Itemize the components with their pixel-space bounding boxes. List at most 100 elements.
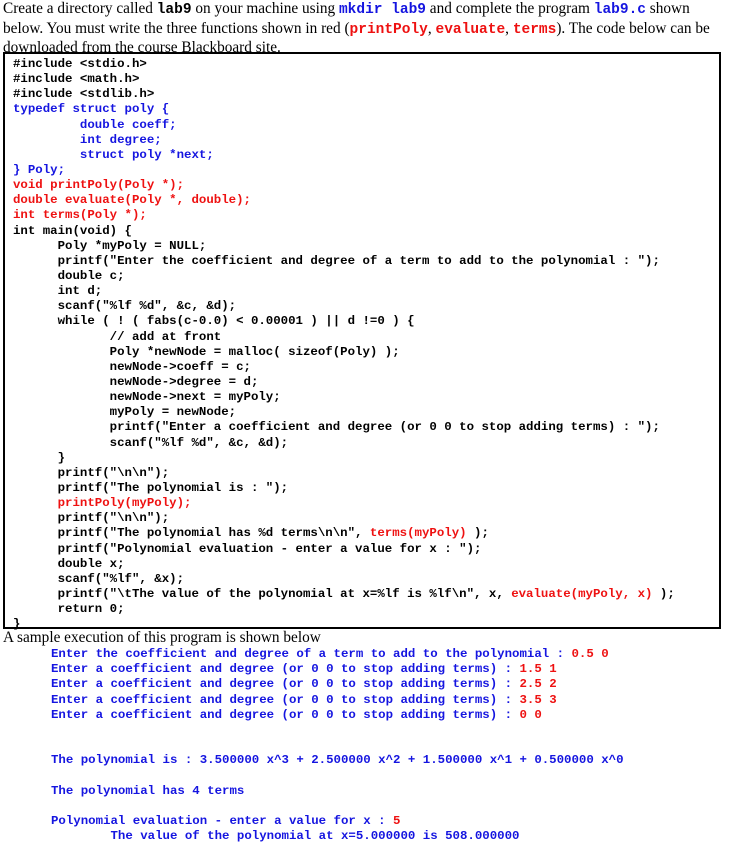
code-line: } xyxy=(13,451,675,466)
separator: , xyxy=(427,19,436,37)
code-line: printf("\tThe value of the polynomial at… xyxy=(13,587,675,602)
code-listing-box: #include <stdio.h> #include <math.h> #incl… xyxy=(3,52,721,632)
code-line: int d; xyxy=(13,284,675,299)
code-line: scanf("%lf %d", &c, &d); xyxy=(13,299,675,314)
function-name-evaluate: evaluate xyxy=(435,21,506,38)
code-line: printf("Enter the coefficient and degree… xyxy=(13,254,675,269)
output-prompt: Enter the coefficient and degree of a te… xyxy=(51,647,572,661)
directory-name: lab9 xyxy=(156,2,192,18)
output-line: Enter a coefficient and degree (or 0 0 t… xyxy=(51,708,624,723)
separator: , xyxy=(505,19,513,37)
instructions-paragraph: Create a directory called lab9 on your m… xyxy=(3,0,731,58)
output-prompt: Polynomial evaluation - enter a value fo… xyxy=(51,814,394,829)
code-segment: #include <stdio.h> xyxy=(13,57,147,71)
code-line: newNode->degree = d; xyxy=(13,375,675,390)
output-prompt: Enter a coefficient and degree (or 0 0 t… xyxy=(51,662,520,677)
intro-text: and complete the program xyxy=(425,0,594,17)
output-line: The polynomial is : 3.500000 x^3 + 2.500… xyxy=(51,753,624,768)
mkdir-command: mkdir lab9 xyxy=(338,2,426,18)
code-line: typedef struct poly { xyxy=(13,102,675,117)
code-segment: } Poly; xyxy=(13,162,66,177)
code-line: } Poly; xyxy=(13,163,675,178)
output-line: Enter the coefficient and degree of a te… xyxy=(51,647,624,662)
output-prompt: Enter a coefficient and degree (or 0 0 t… xyxy=(51,692,520,707)
code-segment: typedef struct poly { xyxy=(13,102,170,117)
user-input: 0 0 xyxy=(519,707,542,722)
code-segment: scanf("%lf %d", &c, &d); xyxy=(13,435,289,450)
code-segment: myPoly = newNode; xyxy=(13,405,237,420)
code-line: #include <math.h> xyxy=(13,72,675,87)
code-segment: int degree; xyxy=(13,132,162,147)
code-segment-required-function: void printPoly(Poly *); xyxy=(13,178,185,193)
user-input: 5 xyxy=(393,814,401,829)
code-line: struct poly *next; xyxy=(13,148,675,163)
code-segment: return 0; xyxy=(13,602,125,617)
code-segment: newNode->coeff = c; xyxy=(13,359,251,374)
code-segment: #include <stdlib.h> xyxy=(13,87,155,102)
output-line: Polynomial evaluation - enter a value fo… xyxy=(51,814,624,829)
code-line: printf("The polynomial is : "); xyxy=(13,481,675,496)
code-segment: } xyxy=(13,450,66,465)
code-segment: ); xyxy=(652,586,675,601)
code-line: Poly *newNode = malloc( sizeof(Poly) ); xyxy=(13,345,675,360)
function-name-terms: terms xyxy=(512,21,557,38)
code-line: printPoly(myPoly); xyxy=(13,496,675,511)
code-segment: struct poly *next; xyxy=(13,147,214,162)
code-line: int main(void) { xyxy=(13,224,675,239)
code-line: printf("\n\n"); xyxy=(13,466,675,481)
output-prompt: Enter a coefficient and degree (or 0 0 t… xyxy=(51,707,520,722)
code-segment: printf("\n\n"); xyxy=(13,511,170,526)
code-line: printf("The polynomial has %d terms\n\n"… xyxy=(13,526,675,541)
code-line: newNode->next = myPoly; xyxy=(13,390,675,405)
code-segment-required-function: terms(myPoly) xyxy=(369,526,467,541)
code-line: double x; xyxy=(13,557,675,572)
code-line: scanf("%lf", &x); xyxy=(13,572,675,587)
code-line: #include <stdio.h> xyxy=(13,57,675,72)
code-line: void printPoly(Poly *); xyxy=(13,178,675,193)
user-input: 1.5 1 xyxy=(519,662,557,677)
code-segment: double x; xyxy=(13,556,125,571)
code-line: // add at front xyxy=(13,330,675,345)
code-segment: double c; xyxy=(13,268,125,283)
code-segment: printf("\n\n"); xyxy=(13,465,170,480)
code-segment: while ( ! ( fabs(c-0.0) < 0.00001 ) || d… xyxy=(13,314,415,329)
function-name-printpoly: printPoly xyxy=(349,21,428,38)
code-segment-required-function: int terms(Poly *); xyxy=(13,208,147,223)
intro-text: Create a directory called xyxy=(3,0,157,17)
code-segment: printf("\tThe value of the polynomial at… xyxy=(13,586,512,601)
code-segment-required-function: evaluate(myPoly, x) xyxy=(511,586,653,601)
code-line: Poly *myPoly = NULL; xyxy=(13,239,675,254)
code-line: #include <stdlib.h> xyxy=(13,87,675,102)
output-line: Enter a coefficient and degree (or 0 0 t… xyxy=(51,693,624,708)
user-input: 0.5 0 xyxy=(571,647,609,661)
code-segment: ); xyxy=(466,526,489,541)
code-line: newNode->coeff = c; xyxy=(13,360,675,375)
output-prompt: The value of the polynomial at x=5.00000… xyxy=(51,829,520,844)
output-line: The polynomial has 4 terms xyxy=(51,784,624,799)
code-segment: printf("Polynomial evaluation - enter a … xyxy=(13,541,482,556)
code-segment: // add at front xyxy=(13,329,222,344)
code-line: int degree; xyxy=(13,133,675,148)
intro-text: on your machine using xyxy=(191,0,339,17)
code-segment-required-function: printPoly(myPoly); xyxy=(13,496,192,511)
code-segment: #include <math.h> xyxy=(13,72,140,87)
code-line: int terms(Poly *); xyxy=(13,208,675,223)
code-segment: printf("The polynomial is : "); xyxy=(13,480,289,495)
code-segment: double coeff; xyxy=(13,117,177,132)
code-segment: scanf("%lf", &x); xyxy=(13,571,185,586)
code-segment: newNode->degree = d; xyxy=(13,374,259,389)
code-segment: scanf("%lf %d", &c, &d); xyxy=(13,299,237,314)
user-input: 3.5 3 xyxy=(519,692,557,707)
code-segment: printf("Enter the coefficient and degree… xyxy=(13,253,660,268)
code-line: return 0; xyxy=(13,602,675,617)
code-listing: #include <stdio.h> #include <math.h> #incl… xyxy=(13,57,675,632)
code-line: double evaluate(Poly *, double); xyxy=(13,193,675,208)
code-segment: printf("Enter a coefficient and degree (… xyxy=(13,420,660,435)
output-prompt: The polynomial is : 3.500000 x^3 + 2.500… xyxy=(51,753,624,768)
code-segment: newNode->next = myPoly; xyxy=(13,390,281,405)
output-line: Enter a coefficient and degree (or 0 0 t… xyxy=(51,677,624,692)
code-segment: Poly *myPoly = NULL; xyxy=(13,238,207,253)
